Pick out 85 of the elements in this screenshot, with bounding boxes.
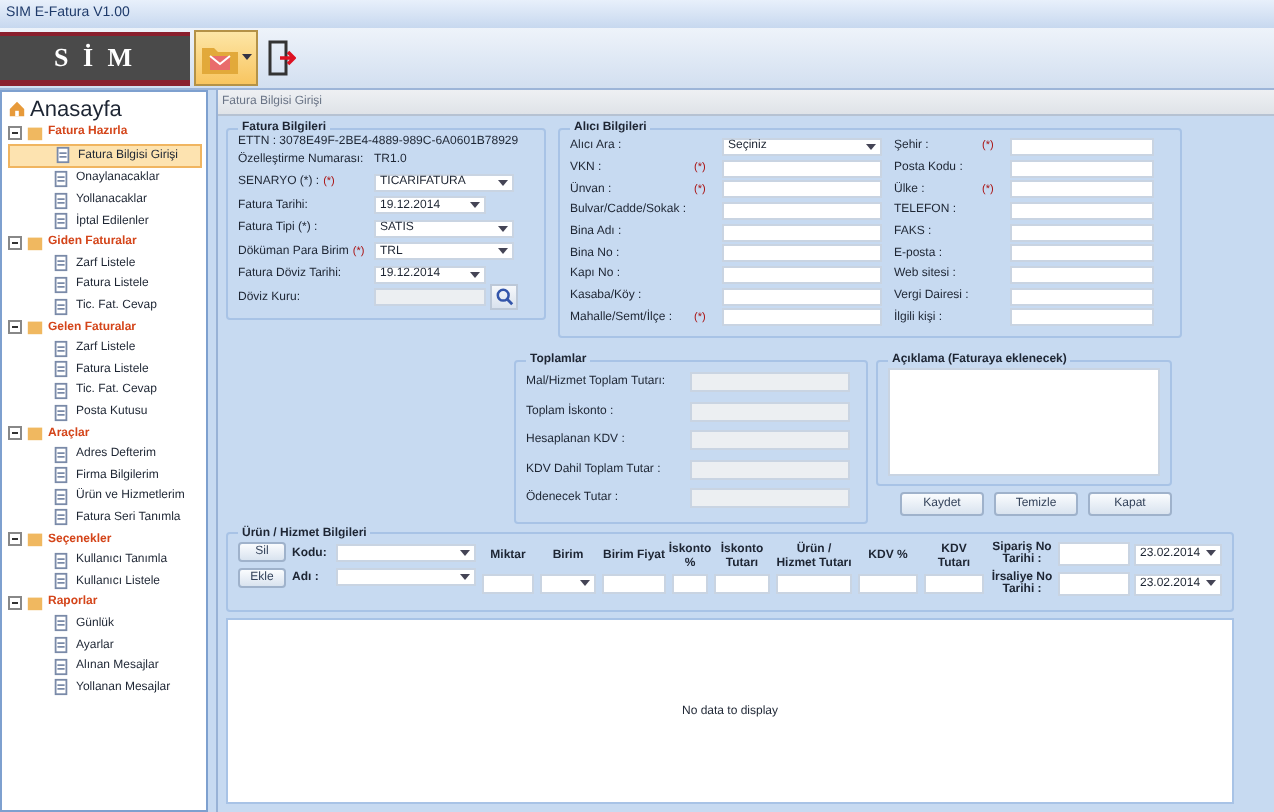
folder-icon	[26, 123, 44, 142]
folder-icon	[26, 593, 44, 612]
document-icon	[52, 445, 70, 464]
collapse-toggle[interactable]	[8, 125, 22, 140]
input-field[interactable]	[374, 288, 486, 306]
document-icon	[52, 297, 70, 316]
caret-icon	[242, 54, 252, 62]
caret-icon	[470, 202, 480, 210]
house-icon	[8, 100, 26, 118]
document-icon	[52, 360, 70, 379]
input-field[interactable]	[1010, 137, 1154, 156]
document-icon	[52, 169, 70, 188]
collapse-toggle[interactable]	[8, 320, 22, 335]
caret-icon	[1206, 579, 1216, 588]
folder-icon	[26, 233, 44, 252]
document-icon	[52, 466, 70, 485]
input-field[interactable]	[722, 308, 882, 327]
document-icon	[54, 146, 72, 165]
input-field[interactable]	[1010, 265, 1154, 284]
input-field[interactable]	[690, 488, 850, 509]
input-field[interactable]	[1058, 572, 1130, 597]
input-field[interactable]	[602, 573, 666, 594]
document-icon	[52, 381, 70, 400]
input-field[interactable]	[1010, 308, 1154, 327]
input-field[interactable]	[722, 180, 882, 199]
input-field[interactable]	[1058, 542, 1130, 567]
input-field[interactable]	[722, 201, 882, 220]
input-field[interactable]	[1010, 159, 1154, 178]
document-icon	[52, 191, 70, 210]
collapse-toggle[interactable]	[8, 426, 22, 441]
caret-icon	[498, 179, 508, 187]
input-field[interactable]	[690, 401, 850, 422]
input-field[interactable]	[924, 573, 984, 594]
dropdown[interactable]	[540, 573, 596, 594]
document-icon	[52, 403, 70, 422]
folder-icon	[26, 424, 44, 443]
input-field[interactable]	[1010, 287, 1154, 306]
document-icon	[52, 275, 70, 294]
caret-icon	[498, 225, 508, 233]
input-field[interactable]	[722, 287, 882, 306]
input-field[interactable]	[1010, 180, 1154, 199]
caret-icon	[866, 143, 876, 152]
document-icon	[52, 212, 70, 231]
document-icon	[52, 508, 70, 527]
input-field[interactable]	[1010, 201, 1154, 220]
input-field[interactable]	[690, 459, 850, 480]
exit-door-icon[interactable]	[268, 40, 296, 76]
input-field[interactable]	[690, 430, 850, 451]
caret-icon	[460, 550, 470, 559]
caret-icon	[470, 271, 480, 279]
caret-icon	[498, 248, 508, 256]
input-field[interactable]	[1010, 244, 1154, 263]
caret-icon	[460, 574, 470, 583]
input-field[interactable]	[722, 159, 882, 178]
folder-icon	[26, 530, 44, 549]
document-icon	[52, 254, 70, 273]
logo: S İ M	[0, 32, 190, 86]
input-field[interactable]	[714, 573, 770, 594]
document-icon	[52, 572, 70, 591]
caret-icon	[1206, 549, 1216, 558]
input-field[interactable]	[672, 573, 708, 594]
input-field[interactable]	[1010, 223, 1154, 242]
mail-folder-button[interactable]	[194, 30, 258, 86]
document-icon	[52, 678, 70, 697]
text-area[interactable]	[888, 368, 1160, 477]
caret-icon	[580, 579, 590, 588]
document-icon	[52, 339, 70, 358]
tree-item[interactable]: Anasayfa	[30, 97, 122, 121]
input-field[interactable]	[722, 244, 882, 263]
search-button[interactable]	[490, 284, 518, 310]
input-field[interactable]	[690, 372, 850, 393]
input-field[interactable]	[858, 573, 918, 594]
document-icon	[52, 636, 70, 655]
document-icon	[52, 487, 70, 506]
input-field[interactable]	[722, 265, 882, 284]
collapse-toggle[interactable]	[8, 235, 22, 250]
input-field[interactable]	[482, 573, 534, 594]
collapse-toggle[interactable]	[8, 532, 22, 547]
document-icon	[52, 551, 70, 570]
input-field[interactable]	[776, 573, 852, 594]
input-field[interactable]	[722, 223, 882, 242]
document-icon	[52, 614, 70, 633]
collapse-toggle[interactable]	[8, 595, 22, 610]
document-icon	[52, 657, 70, 676]
folder-icon	[26, 318, 44, 337]
